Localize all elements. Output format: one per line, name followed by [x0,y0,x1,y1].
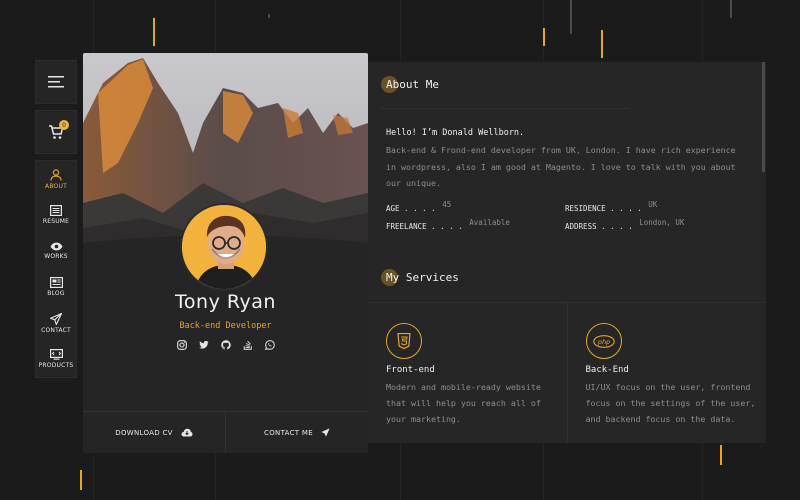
hamburger-icon [48,76,64,88]
services-grid: Front-end Modern and mobile-ready websit… [368,302,766,443]
monitor-icon [49,349,63,360]
user-icon [50,168,62,181]
service-title: Front-end [386,365,435,375]
nav-item-label: RESUME [42,218,70,225]
about-greeting: Hello! I’m Donald Wellborn. [386,128,525,138]
fact-address: ADDRESS . . . . London, UK [565,218,684,231]
service-description: UI/UX focus on the user, frontend focus … [585,382,756,424]
cart-button[interactable]: 0 [35,110,77,154]
fact-value: UK [648,200,658,209]
fact-value: Available [469,218,510,227]
service-icon-ring [386,323,422,359]
nav-item-label: CONTACT [41,326,71,334]
nav-item-label: ABOUT [45,182,67,190]
card-actions: DOWNLOAD CV CONTACT ME [83,411,368,453]
instagram-icon[interactable] [176,340,187,350]
fact-label: FREELANCE . . . . [386,222,463,231]
service-description: Modern and mobile-ready website that wil… [386,382,541,424]
profile-role: Back-end Developer [179,321,272,331]
menu-button[interactable] [35,60,77,104]
social-links [83,340,368,350]
nav-menu: ABOUT RESUME WORKS BLOG CONTACT PRODUCTS [35,160,77,378]
contact-me-button[interactable]: CONTACT ME [225,412,368,453]
newspaper-icon [49,277,63,288]
download-cv-button[interactable]: DOWNLOAD CV [83,412,225,453]
fact-residence: RESIDENCE . . . . UK [565,200,657,213]
php-icon: php [592,334,615,348]
eye-icon [50,242,62,251]
scrollbar[interactable] [762,62,765,172]
nav-item-label: WORKS [44,253,68,260]
services-section-title: My Services [381,269,459,286]
avatar-photo [182,205,266,289]
cart-count-badge: 0 [59,120,69,130]
nav-item-label: BLOG [47,290,65,297]
nav-item-works[interactable]: WORKS [36,233,76,269]
html5-icon [397,333,411,349]
fact-value: London, UK [639,218,685,227]
nav-item-products[interactable]: PRODUCTS [36,341,76,377]
about-title-text: About Me [386,78,439,91]
nav-item-blog[interactable]: BLOG [36,269,76,305]
service-title: Back-End [585,365,629,375]
resume-icon [50,205,62,216]
stackoverflow-icon[interactable] [243,340,253,350]
whatsapp-icon[interactable] [264,340,275,350]
send-icon [50,312,62,325]
service-card-frontend: Front-end Modern and mobile-ready websit… [368,303,567,443]
nav-item-contact[interactable]: CONTACT [36,305,76,341]
side-navigation: 0 ABOUT RESUME WORKS BLOG CONTACT PRODUC… [35,60,77,378]
nav-item-resume[interactable]: RESUME [36,197,76,233]
send-icon [321,428,330,437]
section-divider [380,108,630,109]
fact-value: 45 [442,200,452,209]
service-card-backend: php Back-End UI/UX focus on the user, fr… [566,303,767,443]
about-bio: Back-end & Frond-end developer from UK, … [386,145,736,188]
fact-label: RESIDENCE . . . . [565,204,642,213]
nav-item-about[interactable]: ABOUT [36,161,76,197]
fact-label: ADDRESS . . . . [565,222,633,231]
cloud-download-icon [181,428,193,437]
fact-freelance: FREELANCE . . . . Available [386,218,510,231]
avatar [180,203,268,291]
nav-item-label: PRODUCTS [38,362,74,369]
profile-name: Tony Ryan [175,291,276,313]
fact-age: AGE . . . . 45 [386,200,451,213]
svg-text:php: php [596,337,609,345]
twitter-icon[interactable] [198,340,209,350]
contact-me-label: CONTACT ME [264,428,313,437]
fact-label: AGE . . . . [386,204,436,213]
services-title-text: My Services [386,271,459,284]
about-section-title: About Me [381,76,439,93]
content-panel: About Me Hello! I’m Donald Wellborn. Bac… [368,62,766,443]
github-icon[interactable] [220,340,231,350]
download-cv-label: DOWNLOAD CV [115,428,173,437]
service-icon-ring: php [585,323,622,359]
profile-card: Tony Ryan Back-end Developer DOWNLOAD CV… [83,53,368,453]
